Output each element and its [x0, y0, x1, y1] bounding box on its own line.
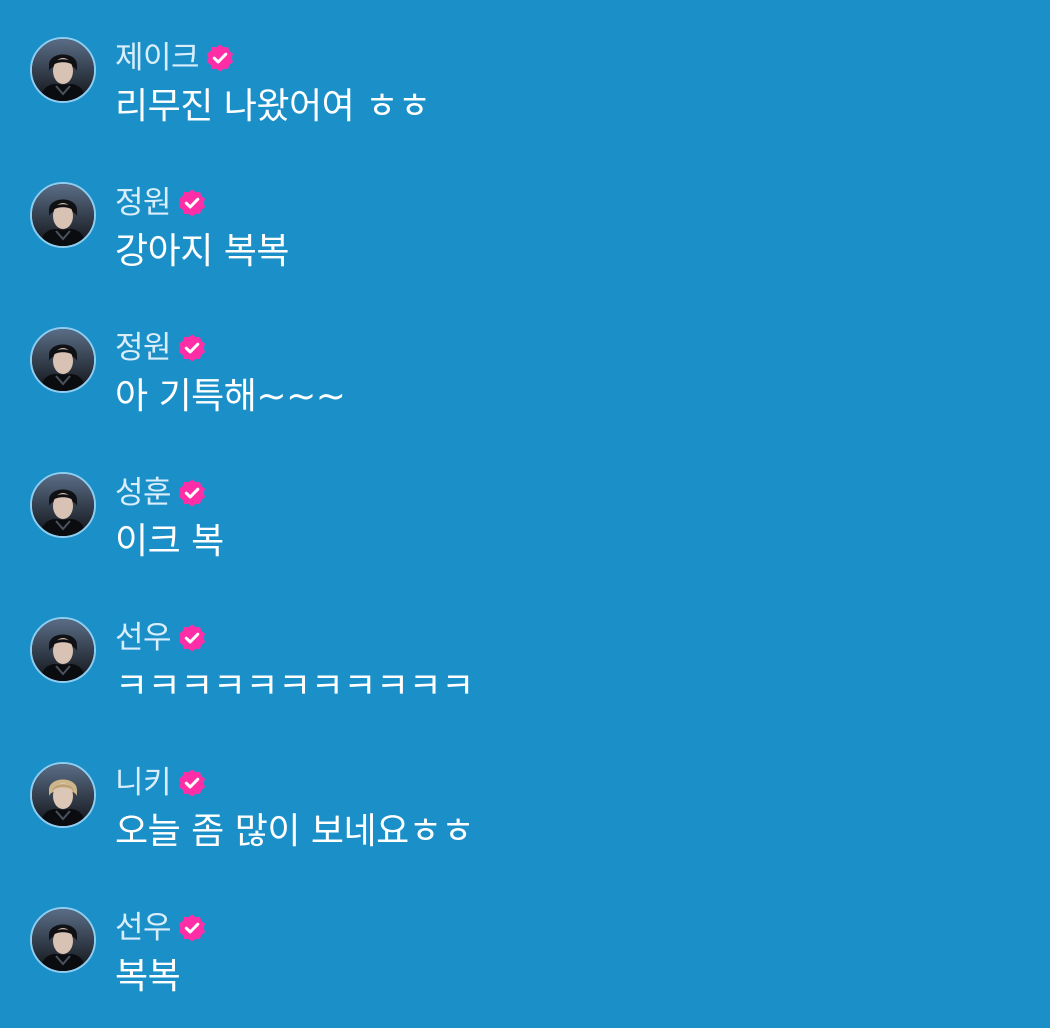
- verified-badge-icon: [177, 188, 207, 218]
- chat-message: 정원 아 기특해~~~: [30, 327, 1030, 447]
- jungwon-avatar[interactable]: [30, 182, 96, 248]
- sender-name[interactable]: 선우: [115, 907, 172, 949]
- verified-badge-icon: [177, 768, 207, 798]
- avatar-image: [32, 329, 94, 391]
- sender-row: 선우: [115, 617, 207, 659]
- avatar-image: [32, 619, 94, 681]
- sender-name[interactable]: 니키: [115, 762, 172, 804]
- sender-row: 정원: [115, 182, 207, 224]
- sender-name[interactable]: 선우: [115, 617, 172, 659]
- verified-badge-icon: [177, 913, 207, 943]
- sender-row: 제이크: [115, 37, 235, 79]
- message-text: 이크 복: [115, 521, 224, 562]
- avatar-image: [32, 764, 94, 826]
- sender-row: 성훈: [115, 472, 207, 514]
- sunghoon-avatar[interactable]: [30, 472, 96, 538]
- chat-message: 니키 오늘 좀 많이 보네요ㅎㅎ: [30, 762, 1030, 882]
- message-text: 강아지 복복: [115, 231, 290, 272]
- message-text: 오늘 좀 많이 보네요ㅎㅎ: [115, 811, 475, 852]
- jake-avatar[interactable]: [30, 37, 96, 103]
- chat-message: 선우 복복: [30, 907, 1030, 1027]
- sender-name[interactable]: 정원: [115, 327, 172, 369]
- message-text: 복복: [115, 956, 181, 997]
- message-text: ㅋㅋㅋㅋㅋㅋㅋㅋㅋㅋㅋ: [115, 666, 474, 707]
- verified-badge-icon: [177, 623, 207, 653]
- chat-message: 제이크 리무진 나왔어여 ㅎㅎ: [30, 37, 1030, 157]
- sender-row: 니키: [115, 762, 207, 804]
- sender-name[interactable]: 성훈: [115, 472, 172, 514]
- verified-badge-icon: [205, 43, 235, 73]
- sunoo-avatar[interactable]: [30, 617, 96, 683]
- sender-name[interactable]: 정원: [115, 182, 172, 224]
- avatar-image: [32, 474, 94, 536]
- sender-row: 정원: [115, 327, 207, 369]
- chat-message: 정원 강아지 복복: [30, 182, 1030, 302]
- verified-badge-icon: [177, 478, 207, 508]
- message-text: 리무진 나왔어여 ㅎㅎ: [115, 86, 431, 127]
- chat-message-list: 제이크 리무진 나왔어여 ㅎㅎ 정원 강아지 복복 정원 아 기특해~~~ 성훈: [0, 0, 1050, 1028]
- verified-badge-icon: [177, 333, 207, 363]
- message-text: 아 기특해~~~: [115, 376, 346, 417]
- sender-name[interactable]: 제이크: [115, 37, 200, 79]
- avatar-image: [32, 909, 94, 971]
- sender-row: 선우: [115, 907, 207, 949]
- avatar-image: [32, 39, 94, 101]
- jungwon-avatar[interactable]: [30, 327, 96, 393]
- chat-message: 선우 ㅋㅋㅋㅋㅋㅋㅋㅋㅋㅋㅋ: [30, 617, 1030, 737]
- sunoo-avatar[interactable]: [30, 907, 96, 973]
- chat-message: 성훈 이크 복: [30, 472, 1030, 592]
- avatar-image: [32, 184, 94, 246]
- ni-ki-avatar[interactable]: [30, 762, 96, 828]
